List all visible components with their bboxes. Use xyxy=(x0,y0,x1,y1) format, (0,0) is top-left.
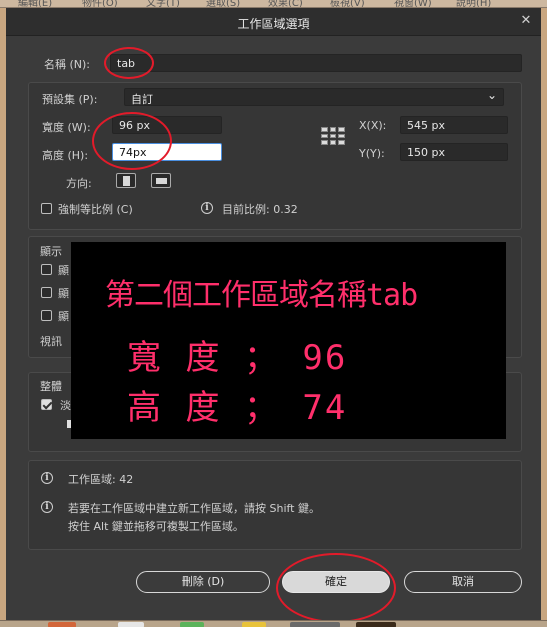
name-input[interactable]: tab xyxy=(110,54,522,72)
dialog-titlebar[interactable]: 工作區域選項 ✕ xyxy=(6,8,541,36)
name-label: 名稱 (N): xyxy=(44,58,91,71)
close-icon[interactable]: ✕ xyxy=(519,14,533,28)
info-icon: i xyxy=(201,202,213,214)
app-menubar: 編輯(E) 物件(O) 文字(T) 選取(S) 效果(C) 檢視(V) 視窗(W… xyxy=(0,0,547,8)
display-option-checkbox[interactable] xyxy=(41,287,52,298)
y-input[interactable]: 150 px xyxy=(400,143,508,161)
window-frame-right xyxy=(541,8,547,620)
menu-item[interactable]: 說明(H) xyxy=(456,0,491,7)
preset-value: 自訂 xyxy=(131,93,153,106)
global-panel-title: 整體 xyxy=(40,380,62,393)
artboard-count-text: 工作區域: 42 xyxy=(68,473,134,486)
note-line-height: 高 度 ； 74 xyxy=(127,388,348,428)
preset-label: 預設集 (P): xyxy=(42,93,98,106)
global-option-checkbox[interactable] xyxy=(41,399,52,410)
info-icon: i xyxy=(41,501,53,513)
x-label: X(X): xyxy=(359,119,387,132)
landscape-orientation-icon[interactable] xyxy=(151,173,171,188)
delete-button[interactable]: 刪除 (D) xyxy=(136,571,270,593)
preset-select[interactable]: 自訂 ⌄ xyxy=(124,88,504,106)
taskbar-app-icon[interactable] xyxy=(48,622,76,627)
video-label: 視訊 xyxy=(40,335,62,348)
constrain-checkbox[interactable] xyxy=(41,203,52,214)
menu-item[interactable]: 選取(S) xyxy=(206,0,240,7)
display-option-label: 顯 xyxy=(58,287,69,300)
taskbar-app-icon[interactable] xyxy=(356,622,396,627)
taskbar-app-icon[interactable] xyxy=(290,622,340,627)
display-option-checkbox[interactable] xyxy=(41,310,52,321)
menu-item[interactable]: 效果(C) xyxy=(268,0,303,7)
taskbar xyxy=(0,620,547,627)
height-label: 高度 (H): xyxy=(42,149,89,162)
taskbar-app-icon[interactable] xyxy=(118,622,144,627)
taskbar-app-icon[interactable] xyxy=(242,622,266,627)
ok-button[interactable]: 確定 xyxy=(282,571,390,593)
dialog-title: 工作區域選項 xyxy=(237,17,310,31)
display-option-checkbox[interactable] xyxy=(41,264,52,275)
note-line-width: 寬 度 ； 96 xyxy=(127,338,348,378)
menu-item[interactable]: 視窗(W) xyxy=(394,0,432,7)
note-line-name: 第二個工作區域名稱tab xyxy=(105,278,418,313)
hint-text-alt: 按住 Alt 鍵並拖移可複製工作區域。 xyxy=(68,520,244,533)
height-input[interactable]: 74px xyxy=(112,143,222,161)
width-input[interactable]: 96 px xyxy=(112,116,222,134)
chevron-down-icon: ⌄ xyxy=(486,88,497,102)
display-option-label: 顯 xyxy=(58,310,69,323)
y-label: Y(Y): xyxy=(359,147,385,160)
menu-item[interactable]: 檢視(V) xyxy=(330,0,365,7)
orientation-label: 方向: xyxy=(66,177,92,190)
annotation-note: 第二個工作區域名稱tab 寬 度 ； 96 高 度 ； 74 xyxy=(71,242,506,439)
width-label: 寬度 (W): xyxy=(42,121,91,134)
reference-point-icon[interactable] xyxy=(321,127,345,145)
x-input[interactable]: 545 px xyxy=(400,116,508,134)
menu-item[interactable]: 文字(T) xyxy=(146,0,180,7)
constrain-label: 強制等比例 (C) xyxy=(58,203,133,216)
display-panel-title: 顯示 xyxy=(40,245,62,258)
hint-text-shift: 若要在工作區域中建立新工作區域，請按 Shift 鍵。 xyxy=(68,502,320,515)
menu-item[interactable]: 物件(O) xyxy=(82,0,118,7)
global-option-label: 淡 xyxy=(60,399,71,412)
current-ratio-text: 目前比例: 0.32 xyxy=(222,203,298,216)
portrait-orientation-icon[interactable] xyxy=(116,173,136,188)
cancel-button[interactable]: 取消 xyxy=(404,571,522,593)
menu-item[interactable]: 編輯(E) xyxy=(18,0,52,7)
display-option-label: 顯 xyxy=(58,264,69,277)
taskbar-app-icon[interactable] xyxy=(180,622,204,627)
info-icon: i xyxy=(41,472,53,484)
